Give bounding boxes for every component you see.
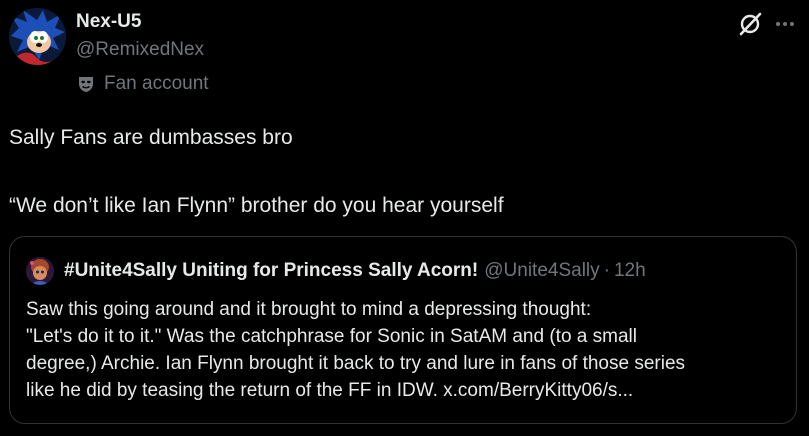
quoted-tweet-text: Saw this going around and it brought to … [26, 296, 786, 404]
tweet-line: Sally Fans are dumbasses bro [9, 126, 293, 149]
more-icon [776, 22, 794, 26]
sonic-avatar-icon [9, 8, 66, 65]
author-handle[interactable]: @RemixedNex [76, 39, 204, 61]
more-options-button[interactable] [772, 9, 798, 39]
mask-icon [76, 74, 96, 94]
quoted-tweet-header: #Unite4Sally Uniting for Princess Sally … [25, 257, 646, 285]
quoted-text-line: degree,) Archie. Ian Flynn brought it ba… [26, 353, 686, 374]
quoted-text-line: Saw this going around and it brought to … [26, 299, 592, 320]
author-display-name[interactable]: Nex-U5 [76, 11, 141, 33]
quoted-timestamp[interactable]: 12h [614, 260, 646, 282]
sally-avatar-icon [26, 257, 54, 285]
quoted-author-handle[interactable]: @Unite4Sally [484, 260, 599, 282]
quoted-tweet[interactable]: #Unite4Sally Uniting for Princess Sally … [9, 236, 797, 424]
grok-icon [739, 12, 762, 36]
grok-button[interactable] [735, 9, 765, 39]
quoted-text-line: like he did by teasing the return of the… [26, 380, 634, 401]
tweet-line: “We don’t like Ian Flynn” brother do you… [9, 194, 504, 217]
tweet-text: Sally Fans are dumbasses bro “We don’t l… [9, 125, 789, 219]
quoted-separator: · [603, 260, 610, 281]
quoted-author-name[interactable]: #Unite4Sally Uniting for Princess Sally … [64, 260, 478, 282]
quoted-author-avatar[interactable] [26, 257, 54, 285]
fan-account-text: Fan account [104, 73, 209, 94]
quoted-text-line: "Let's do it to it." Was the catchphrase… [26, 326, 637, 347]
author-avatar[interactable] [9, 8, 66, 65]
fan-account-label: Fan account [76, 72, 209, 96]
